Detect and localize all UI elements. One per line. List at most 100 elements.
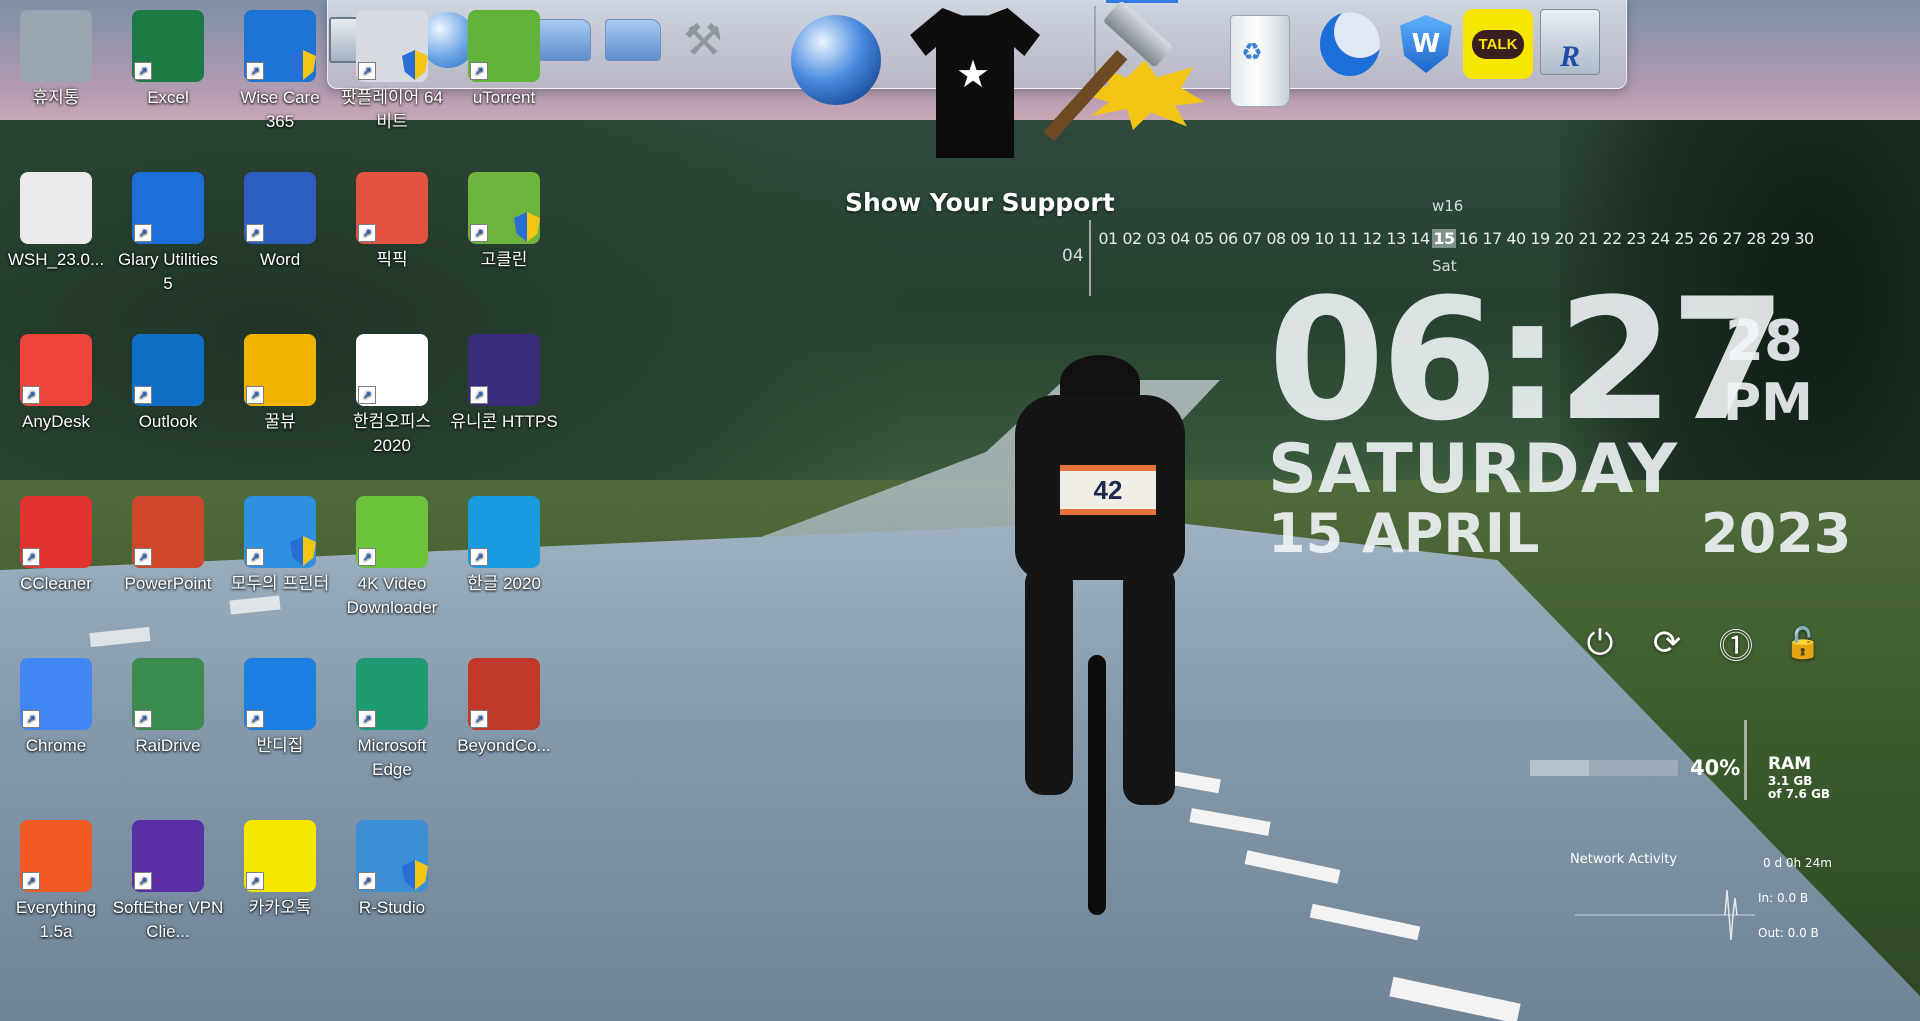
clock-weekday: SATURDAY [1268,430,1679,509]
calendar-day: 09 [1290,229,1310,248]
r-studio-icon[interactable]: R [1540,9,1600,75]
shortcut-arrow-icon: ↗ [134,872,152,890]
network-in: In: 0.0 B [1758,891,1809,905]
desktop-icon-label: 4K Video Downloader [346,574,438,617]
desktop-icon[interactable]: ↗ CCleaner [0,486,112,596]
race-bib: 42 [1060,465,1156,515]
desktop-icon[interactable]: ↗ uTorrent [448,0,560,110]
tools-icon[interactable]: ⚒ [673,8,733,72]
desktop-icon-label: RaiDrive [135,736,201,755]
goclean-icon: ↗ [468,172,540,244]
ram-divider [1744,720,1747,800]
hammer-icon[interactable] [1043,0,1215,150]
calendar-day: 22 [1602,229,1622,248]
desktop-icon-label: PowerPoint [124,574,212,593]
desktop-icon[interactable]: ↗ SoftEther VPN Clie... [112,810,224,944]
ram-percent: 40% [1690,756,1741,780]
recycle-bin-icon[interactable] [1230,14,1290,108]
logoff-icon[interactable]: ⓵ [1716,623,1756,667]
desktop-icon[interactable]: ↗ 한컴오피스 2020 [336,324,448,458]
desktop-icon[interactable]: ↗ Excel [112,0,224,110]
desktop-icon[interactable]: ↗ Wise Care 365 [224,0,336,134]
shortcut-arrow-icon: ↗ [358,62,376,80]
bicycle-wheel [1088,655,1106,915]
desktop-icon-label: SoftEther VPN Clie... [112,898,224,941]
desktop-icon-label: Excel [147,88,189,107]
cyclist-leg [1025,565,1073,795]
calendar-day: 30 [1794,229,1814,248]
desktop-icon[interactable]: ↗ 카카오톡 [224,810,336,920]
calendar-week-number: w16 [1432,197,1464,215]
glary-utilities-icon[interactable] [1320,12,1380,76]
desktop-icon[interactable]: ↗ 유니콘 HTTPS [448,324,560,434]
calendar-day: 19 [1530,229,1550,248]
desktop-icon-label: R-Studio [358,898,426,917]
desktop-icon[interactable]: ↗ 모두의 프린터 [224,486,336,596]
drives-folder-icon[interactable] [603,8,663,72]
show-your-support-label[interactable]: Show Your Support [845,188,1115,217]
desktop-icon-label: Glary Utilities 5 [117,250,219,293]
kakaotalk-icon[interactable]: TALK [1462,8,1534,80]
uac-shield-icon [290,50,316,80]
desktop-icon-label: uTorrent [472,88,536,107]
desktop-icon[interactable]: ↗ RaiDrive [112,648,224,758]
desktop-icon[interactable]: ↗ Word [224,162,336,272]
network-uptime: 0 d 0h 24m [1763,856,1832,870]
desktop-icon[interactable]: 휴지통 [0,0,112,110]
desktop-icon[interactable]: ↗ 한글 2020 [448,486,560,596]
desktop-icon-label: 꿀뷰 [264,412,296,431]
calendar-day: 12 [1362,229,1382,248]
desktop-icon-label: 팟플레이어 64 비트 [341,88,443,131]
shortcut-arrow-icon: ↗ [246,710,264,728]
desktop-icon-label: 한컴오피스 2020 [352,412,432,455]
calendar-day: 16 [1458,229,1478,248]
desktop-icon[interactable]: ↗ Glary Utilities 5 [112,162,224,296]
clock-time: 06:27 [1268,262,1787,458]
calendar-day: 15 [1432,229,1456,248]
ram-detail: 3.1 GB of 7.6 GB [1768,775,1830,801]
globe-icon[interactable] [791,10,881,110]
shortcut-arrow-icon: ↗ [22,710,40,728]
power-icon[interactable]: ⏻ [1580,623,1620,663]
calendar-day: 07 [1242,229,1262,248]
desktop-icon[interactable]: ↗ Outlook [112,324,224,434]
wise-care-icon[interactable]: W [1396,12,1456,76]
desktop-icon-label: 휴지통 [32,88,80,107]
dock-active-indicator [1106,0,1178,3]
desktop-icon[interactable]: ↗ R-Studio [336,810,448,920]
desktop-icon[interactable]: ↗ Chrome [0,648,112,758]
clock-year: 2023 [1701,502,1852,565]
desktop-icon[interactable]: ↗ 팟플레이어 64 비트 [336,0,448,134]
shortcut-arrow-icon: ↗ [134,548,152,566]
shortcut-arrow-icon: ↗ [134,386,152,404]
shortcut-arrow-icon: ↗ [246,62,264,80]
desktop-icon[interactable]: ↗ 고클린 [448,162,560,272]
desktop-icon[interactable]: ↗ 반디집 [224,648,336,758]
shortcut-arrow-icon: ↗ [246,872,264,890]
desktop-icon[interactable]: ↗ 꿀뷰 [224,324,336,434]
calendar-day: 29 [1770,229,1790,248]
desktop-icon[interactable]: ↗ 픽픽 [336,162,448,272]
calendar-day: 25 [1674,229,1694,248]
tshirt-icon[interactable] [908,6,1042,160]
raidrive-icon: ↗ [132,658,204,730]
calendar-month: 04 [1062,246,1084,266]
desktop-icon[interactable]: ↗ 4K Video Downloader [336,486,448,620]
desktop-icon-label: Outlook [138,412,198,431]
desktop-icon[interactable]: WSH_23.0... [0,162,112,272]
desktop-icon[interactable]: ↗ PowerPoint [112,486,224,596]
desktop-icon[interactable]: ↗ Microsoft Edge [336,648,448,782]
desktop-icon[interactable]: ↗ AnyDesk [0,324,112,434]
calendar-day: 08 [1266,229,1286,248]
ccleaner-icon: ↗ [20,496,92,568]
desktop-icon[interactable]: ↗ BeyondCo... [448,648,560,758]
uac-shield-icon [402,860,428,890]
lock-icon[interactable]: 🔓 [1783,623,1823,663]
shortcut-arrow-icon: ↗ [470,548,488,566]
chrome-icon: ↗ [20,658,92,730]
shortcut-arrow-icon: ↗ [470,62,488,80]
restart-icon[interactable]: ⟳ [1647,623,1687,663]
shortcut-arrow-icon: ↗ [470,224,488,242]
desktop-icon[interactable]: ↗ Everything 1.5a [0,810,112,944]
kakaotalk-label: TALK [1471,29,1525,59]
